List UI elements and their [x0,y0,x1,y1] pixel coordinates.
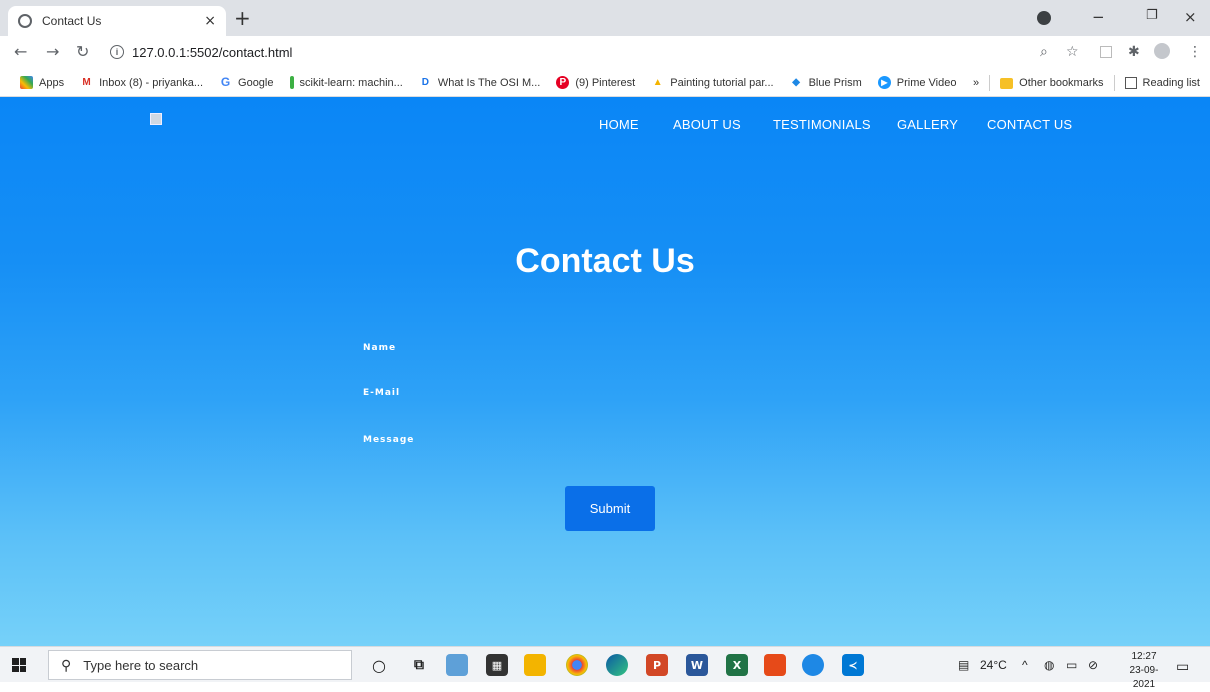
reading-list[interactable]: Reading list [1143,77,1200,89]
submit-button[interactable]: Submit [565,486,655,531]
folder-icon [1000,77,1014,89]
nav-testimonials[interactable]: TESTIMONIALS [773,117,871,132]
url-text: 127.0.0.1:5502/contact.html [132,44,293,60]
bookmark-star-icon[interactable]: ☆ [1066,44,1079,60]
volume-muted-icon[interactable]: ⊘ [1088,658,1098,672]
network-icon[interactable]: ◍ [1044,658,1054,672]
excel-icon[interactable]: X [726,654,748,676]
page-viewport: HOME ABOUT US TESTIMONIALS GALLERY CONTA… [0,97,1210,646]
photos-app-icon[interactable] [446,654,468,676]
site-info-icon[interactable]: i [110,45,124,59]
prime-video-icon: ▶ [877,76,891,89]
tab-title: Contact Us [42,14,102,28]
painting-icon: ▲ [652,77,663,88]
browser-tab-strip: Contact Us × + − ❐ × [0,0,1210,36]
bookmark-label: Apps [39,76,65,89]
weather-icon[interactable]: ▤ [958,658,969,672]
chrome-icon[interactable] [566,654,588,676]
extension-icon[interactable] [1100,46,1112,58]
tab-close-icon[interactable]: × [204,13,216,29]
profile-avatar-icon[interactable] [1154,43,1170,59]
bookmark-label: Blue Prism [808,76,862,89]
nav-about[interactable]: ABOUT US [673,117,741,132]
address-bar[interactable]: i 127.0.0.1:5502/contact.html [110,39,1110,65]
bookmark-blue-prism[interactable]: ◆ Blue Prism [790,76,862,89]
bookmarks-overflow[interactable]: » [973,77,979,89]
search-icon: ⚲ [61,656,72,673]
puzzle-extensions-icon[interactable]: ✱ [1128,44,1140,60]
blue-prism-icon: ◆ [792,77,800,88]
store-icon[interactable]: ▦ [486,654,508,676]
tray-chevron-icon[interactable]: ^ [1022,658,1028,672]
browser-toolbar: ← → ↻ i 127.0.0.1:5502/contact.html ⌕ ☆ … [0,36,1210,69]
pinterest-icon: P [556,76,570,89]
browser-tab[interactable]: Contact Us × [8,6,226,36]
page-title: Contact Us [515,242,695,280]
bookmarks-right: » Other bookmarks Reading list [973,69,1200,97]
bookmark-label: Prime Video [896,76,957,89]
d-logo-icon: D [421,77,429,88]
edge-icon[interactable] [606,654,628,676]
broken-logo-image [150,113,162,125]
bookmark-painting[interactable]: ▲ Painting tutorial par... [651,76,774,89]
bookmark-apps[interactable]: Apps [20,76,64,89]
file-explorer-icon[interactable] [524,654,546,676]
reload-icon[interactable]: ↻ [76,42,89,61]
divider [1113,75,1115,91]
apps-grid-icon [20,76,33,89]
zoom-icon[interactable]: ⌕ [1040,44,1048,60]
browser-app-icon[interactable] [802,654,824,676]
name-label: Name [363,343,397,353]
globe-icon [18,14,32,28]
divider [989,75,991,91]
google-icon: G [220,75,231,89]
window-close-button[interactable]: × [1184,8,1197,26]
taskbar-clock[interactable]: 12:27 23-09-2021 [1120,650,1168,692]
clock-date: 23-09-2021 [1129,665,1159,690]
bookmark-label: Painting tutorial par... [670,76,774,89]
menu-kebab-icon[interactable]: ⋮ [1188,44,1202,60]
bookmark-prime-video[interactable]: ▶ Prime Video [877,76,957,89]
bookmark-label: scikit-learn: machin... [299,76,403,89]
windows-taskbar: ⚲ Type here to search ○ ⧉ ▦ P W X ≺ ▤ 24… [0,646,1210,690]
nav-contact[interactable]: CONTACT US [987,117,1072,132]
powerpoint-icon[interactable]: P [646,654,668,676]
bookmark-label: (9) Pinterest [575,76,636,89]
cortana-icon[interactable]: ○ [368,654,390,676]
restore-button[interactable]: ❐ [1146,8,1158,23]
notifications-icon[interactable]: ▭ [1176,658,1189,675]
scikit-icon [289,76,294,89]
search-placeholder: Type here to search [83,657,199,673]
bookmark-label: Inbox (8) - priyanka... [99,76,204,89]
gmail-icon: M [82,77,91,88]
clock-time: 12:27 [1131,651,1157,662]
bookmark-osi[interactable]: D What Is The OSI M... [419,76,541,89]
weather-temp[interactable]: 24°C [980,658,1007,672]
vscode-icon[interactable]: ≺ [842,654,864,676]
office-icon[interactable] [764,654,786,676]
reading-list-icon [1124,77,1137,89]
message-label: Message [363,435,415,445]
bookmarks-bar: Apps M Inbox (8) - priyanka... G Google … [0,69,1210,97]
task-view-icon[interactable]: ⧉ [408,654,430,676]
bookmark-label: Google [238,76,274,89]
forward-arrow-icon[interactable]: → [46,42,59,61]
nav-gallery[interactable]: GALLERY [897,117,958,132]
taskbar-search-input[interactable]: ⚲ Type here to search [48,650,352,680]
back-arrow-icon[interactable]: ← [14,42,27,61]
bookmark-google[interactable]: G Google [219,75,274,89]
other-bookmarks[interactable]: Other bookmarks [1019,77,1103,89]
battery-icon[interactable]: ▭ [1066,658,1077,672]
new-tab-button[interactable]: + [234,8,251,28]
bookmark-scikit[interactable]: scikit-learn: machin... [289,76,403,89]
word-icon[interactable]: W [686,654,708,676]
email-label: E-Mail [363,388,401,398]
bookmark-pinterest[interactable]: P (9) Pinterest [556,76,635,89]
nav-home[interactable]: HOME [599,117,639,132]
bookmark-label: What Is The OSI M... [437,76,541,89]
windows-start-icon[interactable] [12,658,26,672]
minimize-button[interactable]: − [1092,8,1105,26]
bookmark-gmail[interactable]: M Inbox (8) - priyanka... [80,76,203,89]
chrome-profile-icon[interactable] [1037,11,1051,25]
